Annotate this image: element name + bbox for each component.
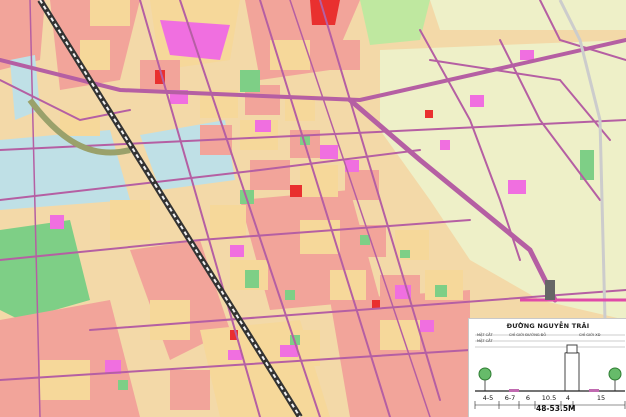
tree-icon xyxy=(478,367,492,391)
zone-public-n xyxy=(160,20,230,60)
dimension-value: 4 xyxy=(565,394,571,402)
dimension-value: 4-5 xyxy=(482,394,494,402)
section-label: MẶT CẮT xyxy=(477,339,493,343)
dimension-value: 10.5 xyxy=(541,394,557,402)
dimension-value: 6-7 xyxy=(504,394,516,402)
zone-villa-ne xyxy=(430,0,626,30)
zone-commercial-n xyxy=(310,0,340,25)
zone-green-n xyxy=(360,0,430,45)
section-label: MẶT CẮT xyxy=(477,333,493,337)
section-label: CHỈ GIỚI ĐƯỜNG ĐỎ xyxy=(509,333,547,337)
road-marker xyxy=(545,280,555,300)
dimension-value: 6 xyxy=(525,394,531,402)
map-canvas[interactable]: ĐƯỜNG NGUYỄN TRÃI MẶT CẮT MẶT CẮT CHỈ GI… xyxy=(0,0,626,417)
dimension-labels: 4-5 6-7 6 10.5 4 15 xyxy=(476,394,626,404)
street-light-icon xyxy=(564,344,580,391)
tree-icon xyxy=(608,367,622,391)
dimension-value: 15 xyxy=(596,394,606,402)
total-width: 48-53.5M xyxy=(536,404,576,413)
section-label: CHỈ GIỚI XD xyxy=(579,333,601,337)
